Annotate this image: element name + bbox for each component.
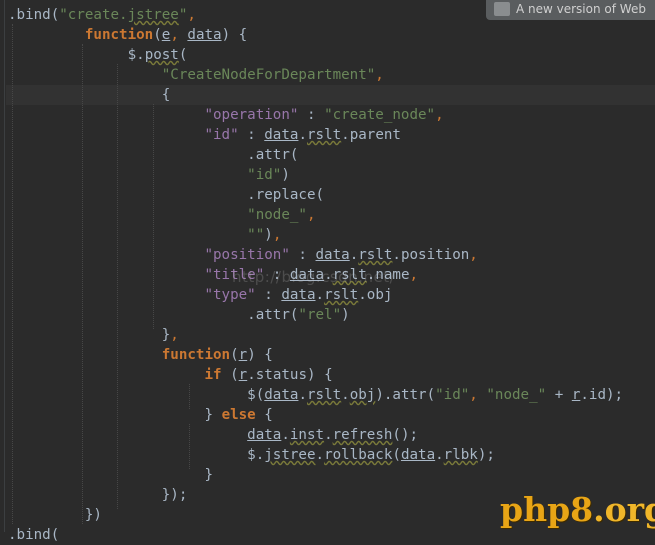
code-line-23: $.jstree.rollback(data.rlbk);: [247, 447, 495, 463]
code-line-22: data.inst.refresh();: [247, 427, 419, 443]
code-line-11: "node_",: [247, 207, 316, 223]
notification-icon: [494, 2, 510, 16]
code-editor[interactable]: .bind("create.jstree", function(e, data)…: [0, 0, 655, 543]
code-line-2: function(e, data) {: [84, 27, 248, 43]
code-line-15: "type" : data.rslt.obj: [204, 287, 393, 303]
code-line-18: function(r) {: [161, 347, 273, 363]
gutter-separator: [4, 0, 5, 532]
update-notification-text: A new version of Web: [516, 2, 646, 16]
site-logo: php8.org: [500, 490, 655, 529]
code-line-8: .attr(: [247, 147, 299, 163]
watermark: http://blog.csdn.net/: [232, 268, 396, 286]
code-line-12: ""),: [247, 227, 282, 243]
code-line-17: },: [161, 327, 179, 343]
code-line-5: {: [161, 87, 171, 103]
code-line-21: } else {: [204, 407, 273, 423]
code-line-4: "CreateNodeForDepartment",: [161, 67, 384, 83]
code-line-1: .bind("create.jstree",: [8, 7, 196, 23]
code-line-3: $.post(: [127, 47, 188, 63]
code-line-27: .bind(: [8, 527, 60, 543]
logo-brand: php8: [500, 490, 594, 529]
code-line-19: if (r.status) {: [204, 367, 333, 383]
code-line-6: "operation" : "create_node",: [204, 107, 444, 123]
code-line-25: });: [161, 487, 188, 503]
code-line-24: }: [204, 467, 214, 483]
logo-tld: .org: [593, 490, 655, 529]
code-line-16: .attr("rel"): [247, 307, 350, 323]
code-line-7: "id" : data.rslt.parent: [204, 127, 401, 143]
code-line-20: $(data.rslt.obj).attr("id", "node_" + r.…: [247, 387, 624, 403]
code-line-26: }): [84, 507, 102, 523]
code-line-13: "position" : data.rslt.position,: [204, 247, 478, 263]
code-line-10: .replace(: [247, 187, 325, 203]
update-notification[interactable]: A new version of Web: [486, 0, 655, 20]
code-line-9: "id"): [247, 167, 290, 183]
